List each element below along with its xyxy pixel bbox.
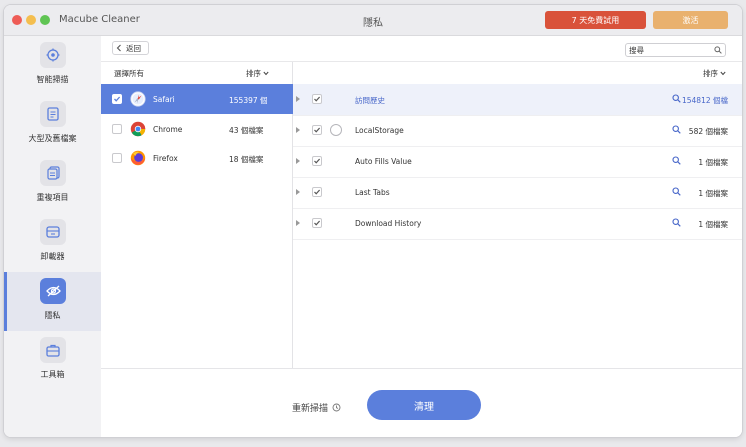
sort-label: 排序 (703, 69, 718, 78)
browser-file-count: 155397 個 (229, 96, 268, 105)
sidebar-item-label: 大型及舊檔案 (28, 134, 77, 143)
chevron-down-icon (720, 71, 726, 76)
sidebar-item-label: 隱私 (44, 311, 61, 320)
item-file-count: 582 個檔案 (688, 127, 728, 136)
privacy-item-row[interactable]: Auto Fills Value 1 個檔案 (293, 146, 742, 178)
browser-name: Chrome (153, 125, 183, 134)
sidebar-item-large-files[interactable]: 大型及舊檔案 (4, 95, 101, 154)
duplicate-icon (40, 160, 66, 186)
browser-checkbox[interactable] (112, 153, 122, 163)
search-icon[interactable] (714, 46, 722, 54)
item-name: 訪問歷史 (355, 96, 385, 105)
expand-arrow-icon[interactable] (296, 96, 300, 102)
sidebar-item-toolbox[interactable]: 工具箱 (4, 331, 101, 390)
browser-list-header: 選擇所有 排序 (101, 62, 292, 82)
chevron-left-icon (116, 44, 121, 52)
free-trial-button[interactable]: 7 天免費試用 (545, 11, 646, 29)
toolbox-icon (40, 337, 66, 363)
item-checkbox[interactable] (312, 156, 322, 166)
sort-dropdown[interactable]: 排序 (703, 68, 726, 79)
sidebar-item-label: 重複項目 (36, 193, 69, 202)
sidebar-item-label: 智能掃描 (36, 75, 69, 84)
browser-row-firefox[interactable]: Firefox 18 個檔案 (101, 143, 293, 173)
storage-icon (330, 124, 342, 136)
privacy-item-row[interactable]: 訪問歷史 154812 個檔 (293, 84, 742, 116)
sidebar-item-privacy[interactable]: 隱私 (4, 272, 101, 331)
activate-button[interactable]: 激活 (653, 11, 728, 29)
item-checkbox[interactable] (312, 218, 322, 228)
search-input[interactable] (629, 45, 711, 56)
browser-file-count: 18 個檔案 (229, 155, 264, 164)
search-box[interactable] (625, 43, 726, 57)
firefox-icon (130, 150, 146, 166)
privacy-item-row[interactable]: LocalStorage 582 個檔案 (293, 115, 742, 147)
rescan-button[interactable]: 重新掃描 (292, 401, 341, 414)
uninstaller-icon (40, 219, 66, 245)
select-all-label[interactable]: 選擇所有 (114, 68, 144, 79)
item-name: Download History (355, 219, 422, 228)
back-button-label: 返回 (126, 43, 141, 53)
item-file-count: 1 個檔案 (698, 158, 728, 167)
large-files-icon (40, 101, 66, 127)
browser-checkbox[interactable] (112, 94, 122, 104)
content-toolbar: 返回 (101, 36, 742, 62)
expand-arrow-icon[interactable] (296, 158, 300, 164)
chrome-icon (130, 121, 146, 137)
sidebar-item-smart-scan[interactable]: 智能掃描 (4, 36, 101, 95)
rescan-label: 重新掃描 (292, 404, 329, 414)
title-bar: Macube Cleaner 隱私 7 天免費試用 激活 (4, 5, 742, 36)
item-name: Last Tabs (355, 188, 390, 197)
chevron-down-icon (263, 71, 269, 76)
back-button[interactable]: 返回 (112, 41, 149, 55)
expand-arrow-icon[interactable] (296, 189, 300, 195)
privacy-items-header: 排序 (293, 62, 742, 82)
browser-list-pane: 選擇所有 排序 Safari 155397 個 Chrome 43 個檔案 Fi… (101, 62, 293, 368)
item-checkbox[interactable] (312, 187, 322, 197)
privacy-item-row[interactable]: Download History 1 個檔案 (293, 208, 742, 240)
clean-button[interactable]: 清理 (367, 390, 481, 420)
item-name: LocalStorage (355, 126, 404, 135)
browser-name: Firefox (153, 154, 178, 163)
sidebar-item-label: 卸載器 (40, 252, 65, 261)
sidebar-item-duplicates[interactable]: 重複項目 (4, 154, 101, 213)
item-file-count: 1 個檔案 (698, 220, 728, 229)
sidebar-item-label: 工具箱 (40, 370, 65, 379)
browser-row-chrome[interactable]: Chrome 43 個檔案 (101, 114, 293, 144)
sidebar-item-uninstaller[interactable]: 卸載器 (4, 213, 101, 272)
safari-icon (130, 91, 146, 107)
browser-file-count: 43 個檔案 (229, 126, 264, 135)
item-file-count: 154812 個檔 (681, 96, 728, 105)
privacy-icon (40, 278, 66, 304)
browser-name: Safari (153, 95, 175, 104)
item-name: Auto Fills Value (355, 157, 412, 166)
sort-label: 排序 (246, 69, 261, 78)
action-bar: 重新掃描 清理 (101, 368, 742, 437)
expand-arrow-icon[interactable] (296, 220, 300, 226)
privacy-item-row[interactable]: Last Tabs 1 個檔案 (293, 177, 742, 209)
sidebar: 智能掃描 大型及舊檔案 重複項目 卸載器 隱私 工具箱 (4, 36, 101, 437)
refresh-icon (332, 403, 341, 412)
item-checkbox[interactable] (312, 94, 322, 104)
privacy-items-pane: 排序 訪問歷史 154812 個檔 LocalStorage 582 個檔案 A… (293, 62, 742, 368)
item-checkbox[interactable] (312, 125, 322, 135)
smart-scan-icon (40, 42, 66, 68)
sort-dropdown[interactable]: 排序 (246, 68, 269, 79)
expand-arrow-icon[interactable] (296, 127, 300, 133)
app-window: Macube Cleaner 隱私 7 天免費試用 激活 智能掃描 大型及舊檔案… (4, 5, 742, 437)
browser-checkbox[interactable] (112, 124, 122, 134)
item-file-count: 1 個檔案 (698, 189, 728, 198)
browser-row-safari[interactable]: Safari 155397 個 (101, 84, 293, 114)
